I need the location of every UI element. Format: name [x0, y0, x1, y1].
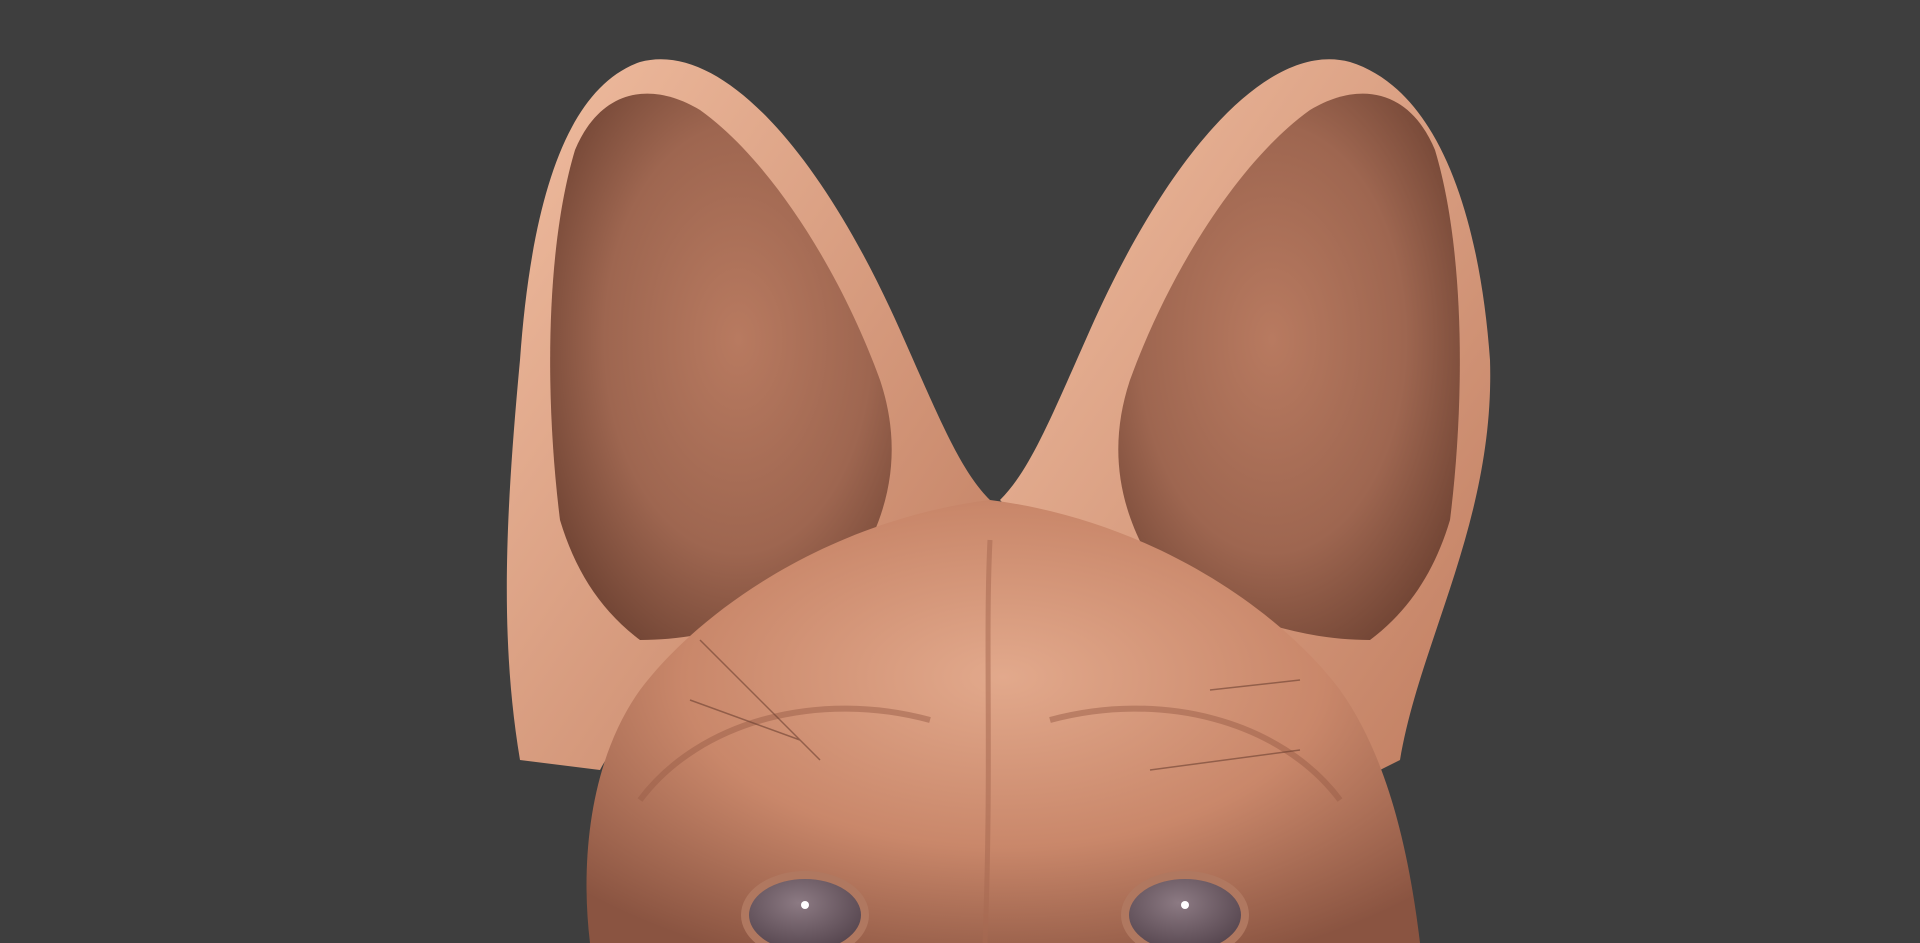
left-eye-highlight [801, 901, 809, 909]
dog-head-sculpt [506, 59, 1491, 943]
right-eye-highlight [1181, 901, 1189, 909]
sculpt-render-viewport [0, 0, 1920, 943]
